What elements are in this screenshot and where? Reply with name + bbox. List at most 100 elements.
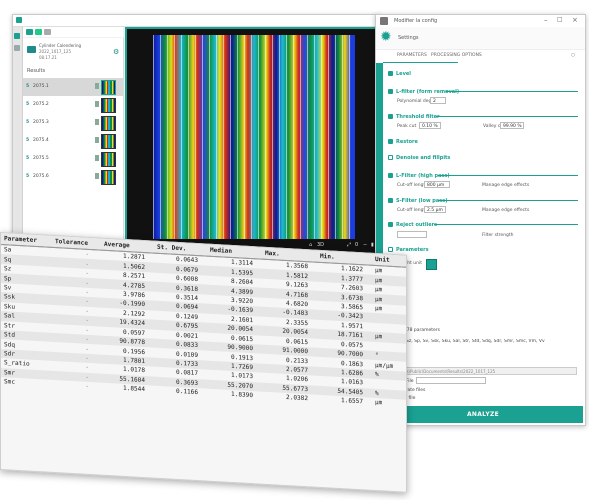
surface-height-map-image[interactable] bbox=[153, 35, 355, 239]
file-list-item[interactable]: 5 2075.4 bbox=[23, 132, 123, 150]
settings-title: Modifier la config bbox=[394, 18, 438, 24]
s-filter-cutoff-input[interactable]: 2.5 µm bbox=[424, 206, 446, 213]
export-file-input[interactable] bbox=[416, 377, 486, 384]
manage-edge-effects-label[interactable]: Manage edge effects bbox=[482, 208, 529, 213]
section-divider bbox=[434, 224, 578, 225]
reject-checkbox[interactable] bbox=[388, 222, 393, 227]
active-tab-indicator bbox=[383, 62, 458, 63]
reject-label: Reject outliers bbox=[396, 222, 438, 228]
option-restore[interactable]: Restore bbox=[388, 139, 418, 145]
file-browser-panel: Cylinder Calendering 2022_1017_125 08.17… bbox=[23, 38, 124, 265]
filter-strength-label[interactable]: Filter strength bbox=[482, 233, 514, 238]
file-thumbnail bbox=[101, 116, 116, 131]
folder-date: 2022_1017_125 bbox=[39, 49, 71, 54]
polynomial-degree-input[interactable]: 2 bbox=[430, 97, 446, 104]
l-filter-hp-label: L-Filter (high pass) bbox=[396, 173, 450, 179]
option-l-filter[interactable]: L-filter (form removal) bbox=[388, 89, 459, 95]
folder-time: 08.17.21 bbox=[39, 55, 57, 60]
file-name: 2075.3 bbox=[33, 120, 49, 125]
pin-icon[interactable] bbox=[95, 173, 99, 179]
pin-icon[interactable] bbox=[95, 101, 99, 107]
file-name: 2075.1 bbox=[33, 84, 49, 89]
home-icon[interactable] bbox=[14, 33, 20, 39]
minus-icon[interactable]: − bbox=[363, 242, 367, 248]
option-s-filter[interactable]: S-Filter (low pass) bbox=[388, 198, 448, 204]
results-section-label: Results bbox=[27, 68, 46, 74]
surface-image-viewport[interactable]: ⌂ 3D ⤢ 0 − ▮ bbox=[125, 27, 383, 255]
settings-app-icon bbox=[380, 17, 388, 25]
maximize-icon[interactable]: □ bbox=[557, 16, 563, 23]
file-list-item[interactable]: 5 2075.6 bbox=[23, 168, 123, 186]
cell-stdev: 0.1166 bbox=[175, 388, 198, 397]
file-index: 5 bbox=[26, 174, 30, 179]
output-path-input[interactable]: C:\Users\Public\Documents\Results\2022_1… bbox=[389, 367, 577, 375]
file-thumbnail bbox=[101, 170, 116, 185]
tab-icon-a[interactable] bbox=[26, 29, 33, 35]
pin-icon[interactable] bbox=[95, 155, 99, 161]
results-table-card: Parameter Tolerance Average St. Dev. Med… bbox=[0, 232, 407, 493]
option-level[interactable]: Level bbox=[388, 71, 411, 77]
results-table: Parameter Tolerance Average St. Dev. Med… bbox=[1, 233, 406, 409]
pin-icon[interactable] bbox=[95, 137, 99, 143]
close-icon[interactable]: × bbox=[572, 16, 578, 24]
s-filter-label: S-Filter (low pass) bbox=[396, 198, 448, 204]
peak-cut-label: Peak cut bbox=[397, 124, 417, 129]
s-filter-checkbox[interactable] bbox=[388, 198, 393, 203]
restore-label: Restore bbox=[396, 139, 418, 145]
left-tool-rail bbox=[13, 27, 23, 265]
zoom-label[interactable]: 0 bbox=[355, 242, 358, 248]
denoise-checkbox[interactable] bbox=[388, 155, 393, 160]
l-filter-checkbox[interactable] bbox=[388, 89, 393, 94]
tab-icon-b[interactable] bbox=[35, 29, 42, 35]
parameters-checkbox[interactable] bbox=[388, 247, 393, 252]
file-index: 5 bbox=[26, 84, 30, 89]
level-checkbox[interactable] bbox=[388, 71, 393, 76]
color-swatch[interactable] bbox=[426, 259, 437, 270]
view-3d-label[interactable]: 3D bbox=[317, 242, 324, 248]
minimize-icon[interactable]: – bbox=[544, 16, 548, 24]
tab-icon-c[interactable] bbox=[44, 29, 51, 35]
peak-cut-input[interactable]: 0.10 % bbox=[419, 122, 441, 129]
folder-name: Cylinder Calendering bbox=[39, 43, 82, 48]
folder-settings-gear-icon[interactable]: ⚙ bbox=[113, 48, 119, 56]
tab-processing-options[interactable]: PROCESSING OPTIONS bbox=[431, 53, 482, 58]
expand-icon[interactable]: ⤢ bbox=[347, 242, 351, 248]
option-reject-outliers[interactable]: Reject outliers bbox=[388, 222, 438, 228]
iso-parameter-list[interactable]: Sa, Sq, Sz, Sp, Sv, Ssk, Sku, Sal, Str, … bbox=[389, 339, 579, 344]
file-thumbnail bbox=[101, 98, 116, 113]
option-denoise[interactable]: Denoise and fillpits bbox=[388, 155, 451, 161]
file-list-item[interactable]: 5 2075.1 bbox=[23, 78, 123, 96]
analyze-button[interactable]: ANALYZE bbox=[383, 406, 583, 423]
pin-icon[interactable] bbox=[95, 83, 99, 89]
trash-icon[interactable]: ▮ bbox=[371, 242, 374, 248]
file-list-item[interactable]: 5 2075.3 bbox=[23, 114, 123, 132]
section-divider bbox=[438, 175, 578, 176]
view-3d-icon[interactable]: ⌂ bbox=[309, 242, 312, 248]
option-l-filter-highpass[interactable]: L-Filter (high pass) bbox=[388, 173, 450, 179]
threshold-label: Threshold filter bbox=[396, 114, 440, 120]
cell-max: 2.0382 bbox=[285, 394, 308, 403]
file-list-item[interactable]: 5 2075.5 bbox=[23, 150, 123, 168]
l-filter-hp-checkbox[interactable] bbox=[388, 173, 393, 178]
cell-unit: µm bbox=[375, 399, 383, 407]
option-parameters[interactable]: Parameters bbox=[388, 247, 429, 253]
app-titlebar bbox=[13, 15, 379, 27]
reject-method-select[interactable] bbox=[397, 231, 427, 238]
denoise-label: Denoise and fillpits bbox=[396, 155, 451, 161]
pin-icon[interactable] bbox=[95, 119, 99, 125]
layers-icon[interactable] bbox=[14, 45, 20, 51]
option-threshold[interactable]: Threshold filter bbox=[388, 114, 440, 120]
manage-edge-effects-label[interactable]: Manage edge effects bbox=[482, 183, 529, 188]
file-list-item[interactable]: 5 2075.2 bbox=[23, 96, 123, 114]
l-filter-cutoff-input[interactable]: 800 µm bbox=[424, 181, 450, 188]
help-icon[interactable]: ○ bbox=[571, 53, 575, 58]
restore-checkbox[interactable] bbox=[388, 139, 393, 144]
valley-cut-input[interactable]: 99.90 % bbox=[500, 122, 524, 129]
main-app-window: Cylinder Calendering 2022_1017_125 08.17… bbox=[12, 14, 383, 269]
gear-icon: ✹ bbox=[380, 29, 392, 45]
tab-parameters[interactable]: PARAMETERS bbox=[397, 53, 427, 58]
folder-icon bbox=[27, 46, 36, 53]
file-thumbnail bbox=[101, 80, 116, 95]
file-name: 2075.2 bbox=[33, 102, 49, 107]
threshold-checkbox[interactable] bbox=[388, 114, 393, 119]
